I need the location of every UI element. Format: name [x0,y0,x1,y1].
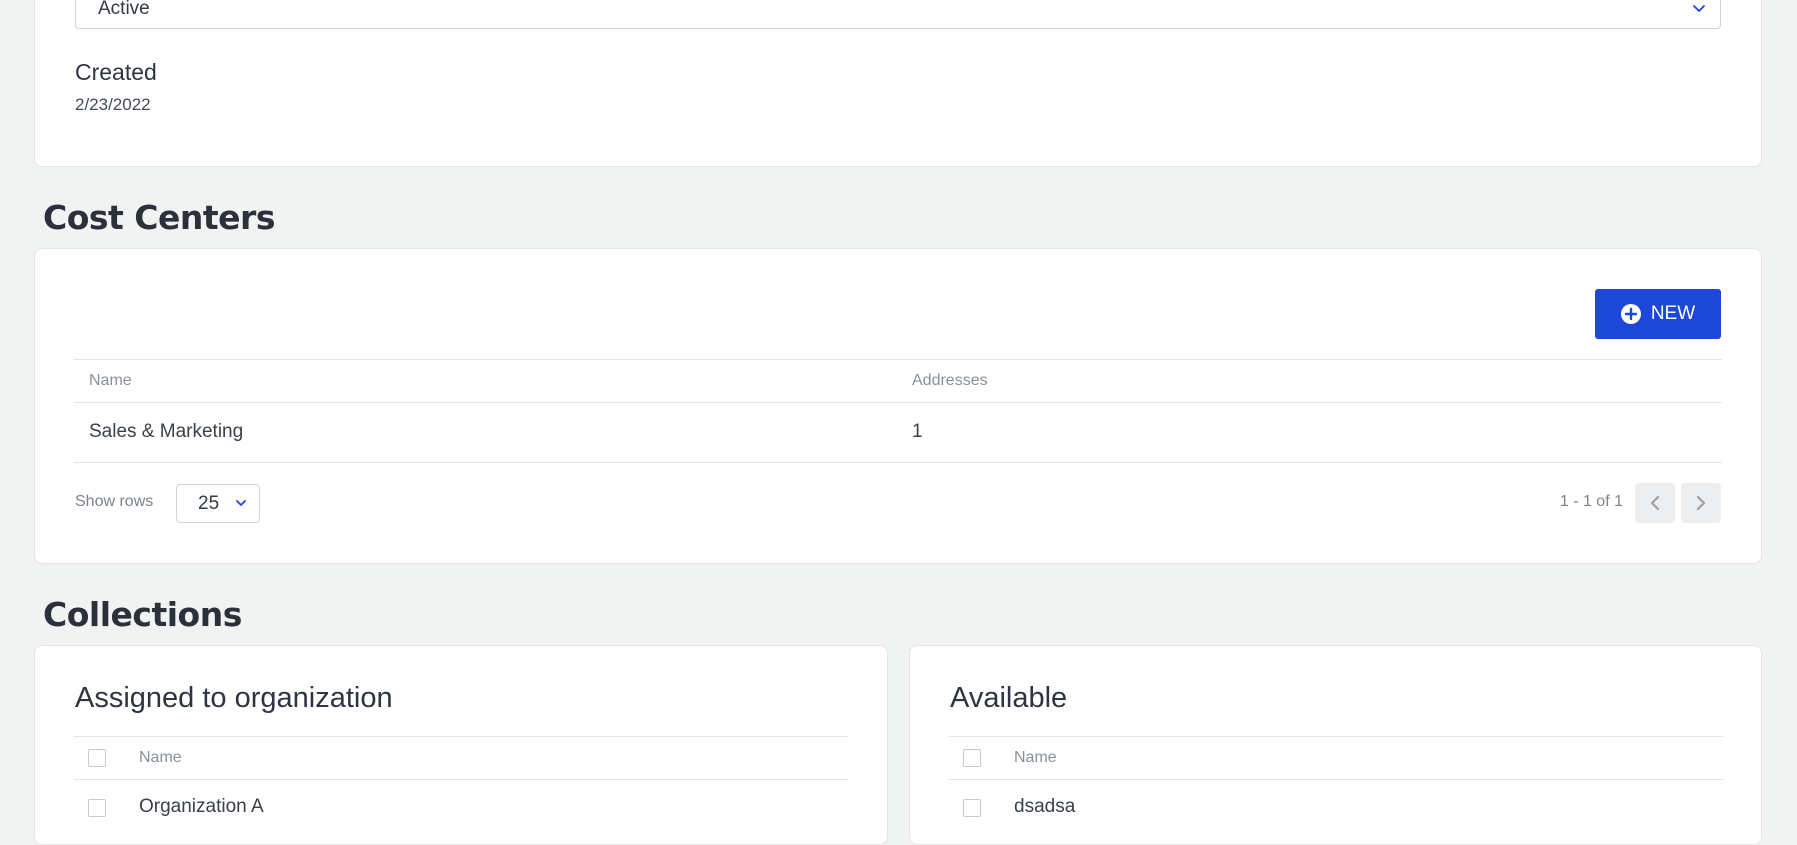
organization-details-card: Active Created 2/23/2022 [34,0,1762,167]
cost-center-name[interactable]: Sales & Marketing [89,421,243,443]
column-header-name[interactable]: Name [1014,749,1057,767]
chevron-down-icon [1693,5,1705,12]
row-checkbox[interactable] [963,799,981,817]
assigned-table-header: Name [74,736,848,780]
chevron-left-icon [1650,495,1660,511]
rows-per-page-value: 25 [198,492,220,514]
cost-centers-heading: Cost Centers [43,198,275,237]
chevron-right-icon [1696,495,1706,511]
status-select-value: Active [98,0,150,19]
available-title: Available [950,682,1068,714]
column-header-name[interactable]: Name [139,749,182,767]
next-page-button[interactable] [1681,483,1721,523]
select-all-checkbox[interactable] [88,749,106,767]
column-header-addresses[interactable]: Addresses [912,372,988,390]
chevron-down-icon [236,500,246,506]
table-row[interactable]: Sales & Marketing 1 [74,403,1722,463]
cost-centers-table-header: Name Addresses [74,359,1722,403]
collection-name: dsadsa [1014,796,1076,817]
list-item[interactable]: dsadsa [949,780,1723,840]
rows-per-page-select[interactable]: 25 [176,484,260,523]
show-rows-label: Show rows [75,493,154,510]
available-table-header: Name [949,736,1723,780]
column-header-name[interactable]: Name [89,372,132,390]
select-all-checkbox[interactable] [963,749,981,767]
assigned-collections-card: Assigned to organization Name Organizati… [34,645,888,845]
assigned-title: Assigned to organization [75,682,393,714]
cost-centers-card: NEW Name Addresses Sales & Marketing 1 S… [34,248,1762,564]
cost-center-addresses: 1 [912,421,923,442]
collections-heading: Collections [43,595,242,634]
list-item[interactable]: Organization A [74,780,848,840]
previous-page-button[interactable] [1635,483,1675,523]
row-checkbox[interactable] [88,799,106,817]
plus-circle-icon [1620,304,1641,324]
collection-name: Organization A [139,796,264,817]
available-collections-card: Available Name dsadsa [909,645,1762,845]
created-value: 2/23/2022 [75,95,151,114]
new-button-label: NEW [1650,303,1696,324]
created-label: Created [75,59,157,85]
new-cost-center-button[interactable]: NEW [1595,289,1721,339]
pagination-info: 1 - 1 of 1 [1559,493,1623,510]
status-select[interactable]: Active [75,0,1721,29]
